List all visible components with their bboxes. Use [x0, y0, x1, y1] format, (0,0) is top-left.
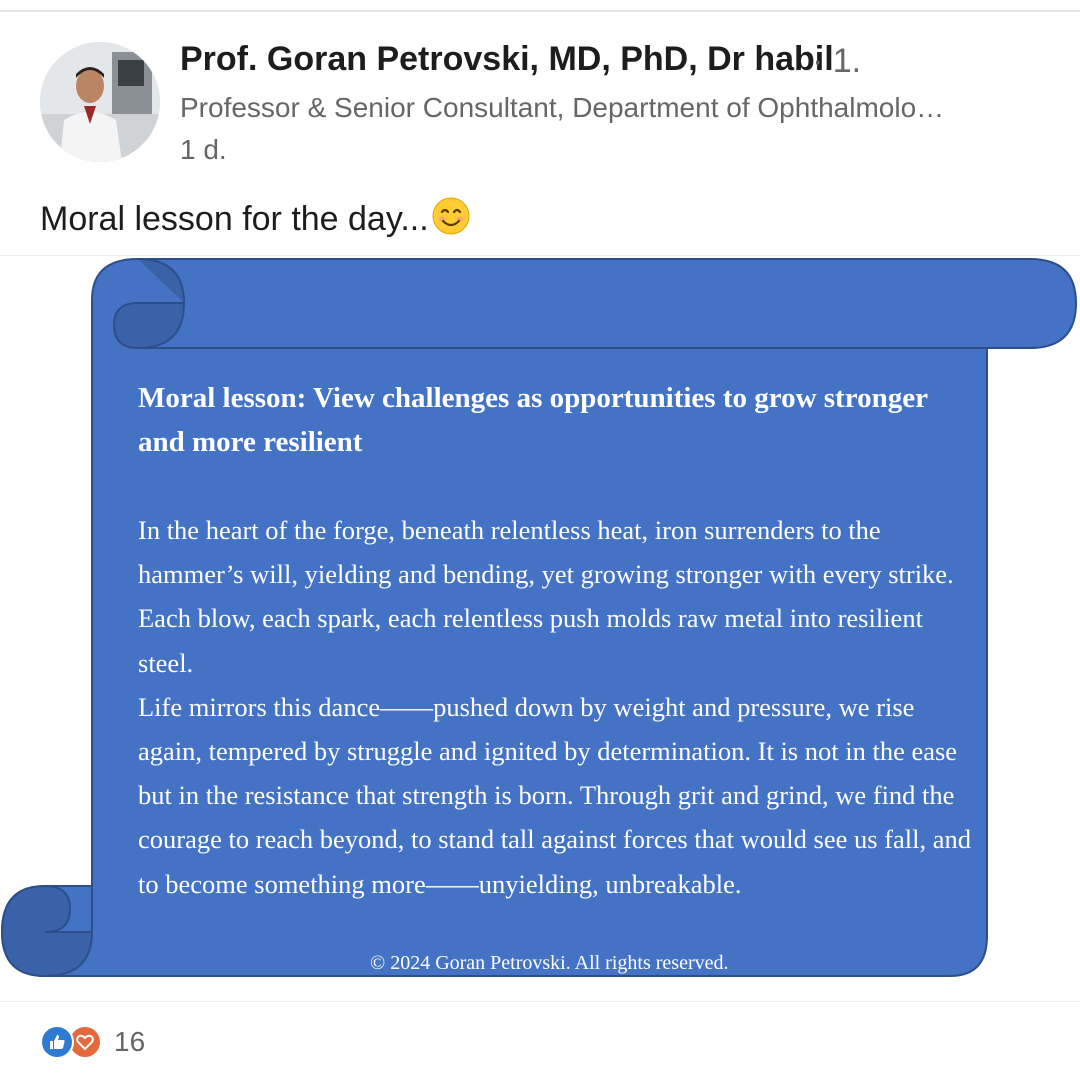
- connection-degree: · 1.: [812, 42, 862, 80]
- avatar-photo: [40, 42, 160, 162]
- post-text: Moral lesson for the day...: [40, 200, 429, 238]
- copyright-notice: © 2024 Goran Petrovski. All rights reser…: [370, 952, 729, 974]
- post-image[interactable]: Moral lesson: View challenges as opportu…: [0, 255, 1080, 1002]
- reaction-count[interactable]: 16: [114, 1026, 145, 1058]
- scroll-body: In the heart of the forge, beneath relen…: [138, 508, 978, 906]
- top-divider: [0, 10, 1080, 12]
- reactions-summary[interactable]: 16: [40, 1022, 145, 1062]
- author-name[interactable]: Prof. Goran Petrovski, MD, PhD, Dr habil: [180, 40, 834, 79]
- scroll-paragraph: Life mirrors this dance——pushed down by …: [138, 691, 972, 899]
- scroll-paragraph: In the heart of the forge, beneath relen…: [138, 515, 954, 678]
- author-headline: Professor & Senior Consultant, Departmen…: [180, 92, 945, 123]
- smiling-face-emoji-icon: [431, 196, 471, 245]
- post-text-container: Moral lesson for the day...: [40, 196, 471, 245]
- like-icon: [40, 1025, 74, 1059]
- author-avatar[interactable]: [40, 42, 160, 162]
- scroll-title: Moral lesson: View challenges as opportu…: [138, 382, 928, 458]
- post-timestamp: 1 d.: [180, 134, 227, 165]
